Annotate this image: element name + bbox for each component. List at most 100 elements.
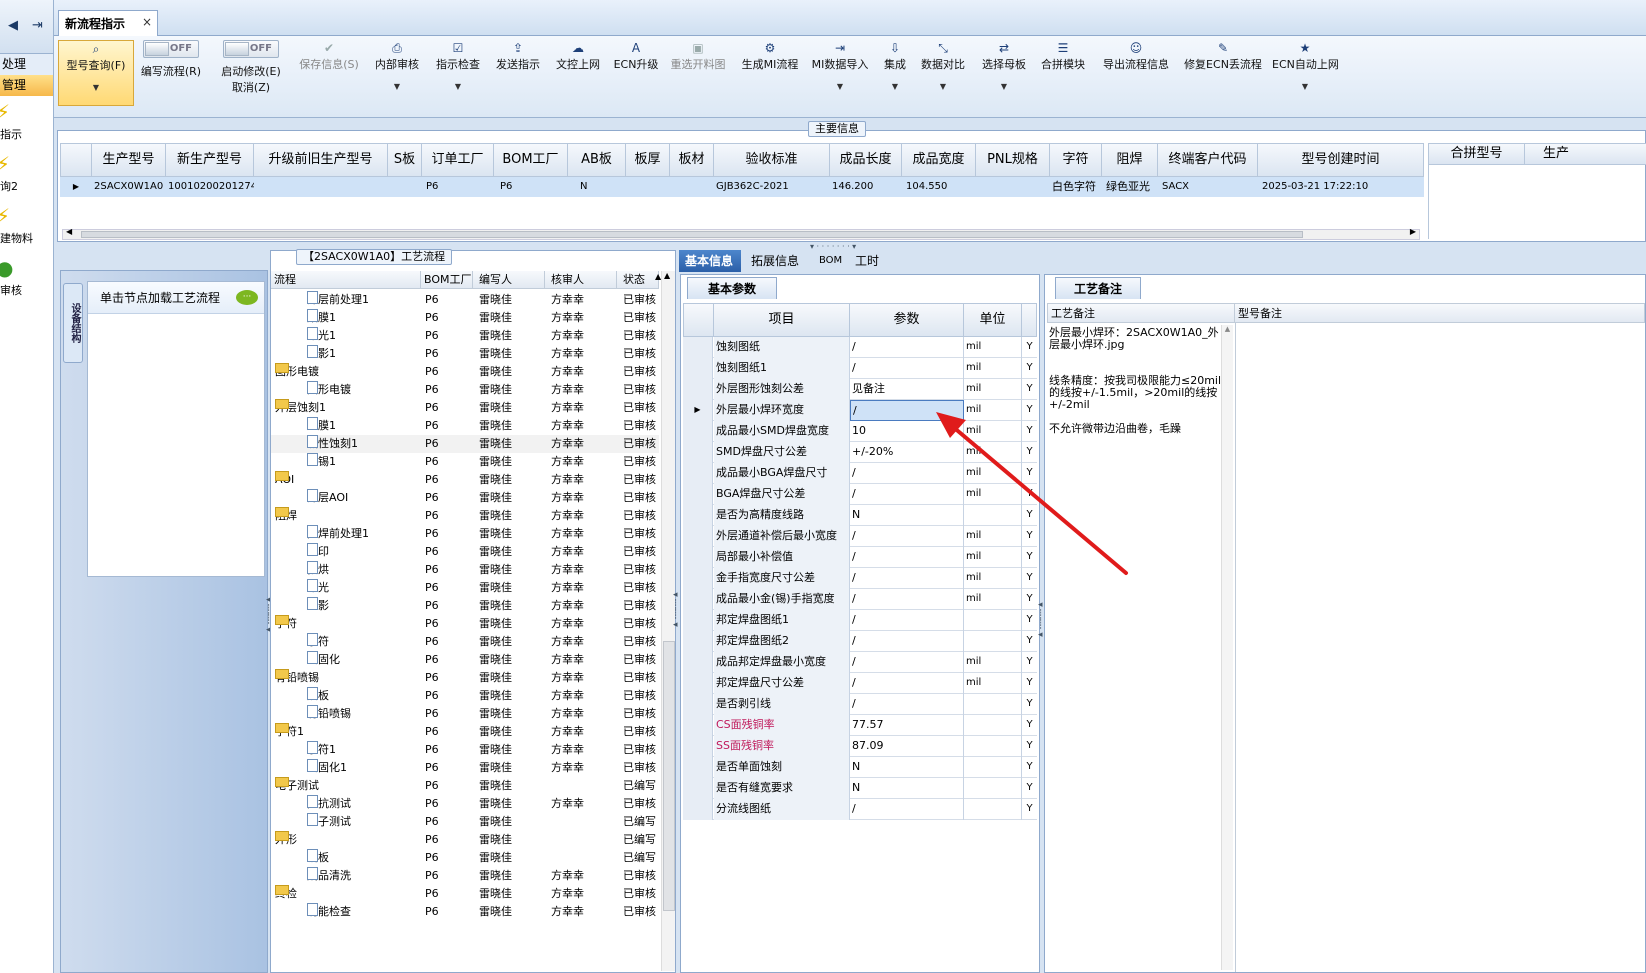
param-row[interactable]: 蚀刻图纸1/mil Y xyxy=(683,358,1037,379)
param-row[interactable]: 成品邦定焊盘最小宽度 / mil Y xyxy=(683,652,1037,673)
param-value[interactable]: 87.09 xyxy=(850,736,964,757)
param-value[interactable]: / xyxy=(850,631,964,652)
param-row[interactable]: 金手指宽度尺寸公差 / mil Y xyxy=(683,568,1037,589)
toggle-switch[interactable]: OFF xyxy=(143,40,199,58)
process-tree-row[interactable]: −图形电镀P6雷晓佳方幸幸已审核 xyxy=(271,363,659,381)
nav-item-manage[interactable]: 管理 xyxy=(0,75,53,96)
ecn-upgrade-button[interactable]: A ECN升级 xyxy=(612,40,660,72)
process-tree-row[interactable]: 功能检查 P6 雷晓佳 方幸幸 已审核 xyxy=(271,903,659,921)
process-tree-row[interactable]: −电子测试P6雷晓佳已编写 xyxy=(271,777,659,795)
column-header[interactable]: 订单工厂 xyxy=(422,143,494,177)
param-row[interactable]: 是否单面蚀刻 N Y xyxy=(683,757,1037,778)
column-header[interactable]: 型号创建时间 xyxy=(1258,143,1424,177)
scroll-up-icon[interactable]: ▲ xyxy=(664,271,670,280)
horizontal-scrollbar[interactable]: ◀ ▶ xyxy=(62,227,1420,240)
column-header[interactable]: AB板 xyxy=(568,143,626,177)
process-tree-row[interactable]: 电子测试 P6 雷晓佳 已编写 xyxy=(271,813,659,831)
param-row[interactable]: 外层通道补偿后最小宽度 / mil Y xyxy=(683,526,1037,547)
scrollbar-thumb[interactable] xyxy=(663,641,675,911)
process-tree-row[interactable]: −终检P6雷晓佳方幸幸已审核 xyxy=(271,885,659,903)
reselect-cutting-button[interactable]: ▣ 重选开料图 xyxy=(666,40,730,72)
param-value[interactable]: 10 xyxy=(850,421,964,442)
param-row[interactable]: 是否剥引线 / Y xyxy=(683,694,1037,715)
param-value[interactable]: / xyxy=(850,799,964,820)
chevron-down-icon[interactable]: ▼ xyxy=(1272,82,1338,91)
param-row[interactable]: CS面残铜率 77.57 Y xyxy=(683,715,1037,736)
process-tree-row[interactable]: 阻焊前处理1 P6 雷晓佳 方幸幸 已审核 xyxy=(271,525,659,543)
chevron-down-icon[interactable]: ▼ xyxy=(808,82,872,91)
param-value[interactable]: / xyxy=(850,568,964,589)
param-row[interactable]: 局部最小补偿值 / mil Y xyxy=(683,547,1037,568)
ecn-auto-online-button[interactable]: ★ ECN自动上网 ▼ xyxy=(1272,40,1339,91)
toggle-switch[interactable]: OFF xyxy=(223,40,279,58)
param-value[interactable]: / xyxy=(850,484,964,505)
param-value[interactable]: / xyxy=(850,337,964,358)
cell-thickness[interactable] xyxy=(628,177,668,197)
tab-basic-info[interactable]: 基本信息 xyxy=(679,250,741,272)
process-tree-row[interactable]: 退膜1 P6 雷晓佳 方幸幸 已审核 xyxy=(271,417,659,435)
param-value[interactable]: 77.57 xyxy=(850,715,964,736)
merge-module-button[interactable]: ☰ 合拼模块 xyxy=(1038,40,1088,72)
integrate-button[interactable]: ⇩ 集成 ▼ xyxy=(880,40,910,91)
column-header[interactable]: 状态 xyxy=(617,271,659,289)
cancel-label[interactable]: 取消(Z) xyxy=(232,81,270,94)
column-header[interactable]: S板 xyxy=(388,143,422,177)
scrollbar-thumb[interactable] xyxy=(81,231,1303,238)
process-tree-row[interactable]: 图形电镀 P6 雷晓佳 方幸幸 已审核 xyxy=(271,381,659,399)
chevron-down-icon[interactable]: ▼ xyxy=(880,82,910,91)
param-row[interactable]: 外层图形蚀刻公差 见备注 mil Y xyxy=(683,379,1037,400)
param-row[interactable]: 是否有缝宽要求 N Y xyxy=(683,778,1037,799)
param-value[interactable]: N xyxy=(850,757,964,778)
process-tree-row[interactable]: 曝光 P6 雷晓佳 方幸幸 已审核 xyxy=(271,579,659,597)
param-value[interactable]: / xyxy=(850,547,964,568)
column-header[interactable]: 参数 xyxy=(850,303,964,337)
column-header[interactable]: 升级前旧生产型号 xyxy=(254,143,388,177)
start-modify-toggle[interactable]: OFF 启动修改(E) 取消(Z) xyxy=(214,40,288,95)
param-value[interactable]: +/-20% xyxy=(850,442,964,463)
process-tree-row[interactable]: 退锡1 P6 雷晓佳 方幸幸 已审核 xyxy=(271,453,659,471)
cell-order-factory[interactable]: P6 xyxy=(426,177,492,197)
scroll-right-icon[interactable]: ▶ xyxy=(1410,227,1416,236)
process-tree-row[interactable]: 终固化1 P6 雷晓佳 方幸幸 已审核 xyxy=(271,759,659,777)
process-tree-row[interactable]: 终固化 P6 雷晓佳 方幸幸 已审核 xyxy=(271,651,659,669)
process-tree-row[interactable]: −有铅喷锡P6雷晓佳方幸幸已审核 xyxy=(271,669,659,687)
param-row[interactable]: 邦定焊盘图纸2/ Y xyxy=(683,631,1037,652)
tab-work-hours[interactable]: 工时 xyxy=(849,250,885,272)
close-icon[interactable]: × xyxy=(142,15,152,29)
column-header[interactable]: BOM工厂 xyxy=(494,143,568,177)
cell-acceptance-standard[interactable]: GJB362C-2021 xyxy=(716,177,828,197)
process-tree-row[interactable]: −字符P6雷晓佳方幸幸已审核 xyxy=(271,615,659,633)
param-value[interactable]: N xyxy=(850,778,964,799)
param-value[interactable]: 见备注 xyxy=(850,379,964,400)
param-row[interactable]: 成品最小金(锡)手指宽度 / mil Y xyxy=(683,589,1037,610)
column-header[interactable]: 板厚 xyxy=(626,143,670,177)
cell-material[interactable] xyxy=(672,177,712,197)
tab-bom[interactable]: BOM xyxy=(813,250,848,272)
tab-equipment-structure[interactable]: 设备结构 xyxy=(63,283,83,363)
column-header[interactable]: 阻焊 xyxy=(1102,143,1158,177)
generate-mi-process-button[interactable]: ⚙ 生成MI流程 xyxy=(738,40,802,72)
column-header[interactable]: 核审人 xyxy=(545,271,617,289)
param-row[interactable]: 成品最小SMD焊盘宽度 10 mil Y xyxy=(683,421,1037,442)
column-header[interactable]: 新生产型号 xyxy=(166,143,254,177)
process-tree-row[interactable]: 外层AOI P6 雷晓佳 方幸幸 已审核 xyxy=(271,489,659,507)
cell-production-model[interactable]: 2SACX0W1A0 xyxy=(94,177,166,197)
cell-create-time[interactable]: 2025-03-21 17:22:10 xyxy=(1262,177,1422,197)
nav-item-review[interactable]: ● 审核 xyxy=(0,252,53,304)
process-tree-row[interactable]: 铣板 P6 雷晓佳 已编写 xyxy=(271,849,659,867)
param-value[interactable]: / xyxy=(850,673,964,694)
process-tree-row[interactable]: 曝光1 P6 雷晓佳 方幸幸 已审核 xyxy=(271,327,659,345)
param-value[interactable]: / xyxy=(850,400,964,421)
process-tree-row[interactable]: 字符1 P6 雷晓佳 方幸幸 已审核 xyxy=(271,741,659,759)
model-remarks-area[interactable] xyxy=(1235,323,1645,972)
process-tree-row[interactable]: 贴膜1 P6 雷晓佳 方幸幸 已审核 xyxy=(271,309,659,327)
equipment-tree[interactable]: 单击节点加载工艺流程 ··· xyxy=(87,281,265,577)
cell-pnl-spec[interactable] xyxy=(978,177,1048,197)
process-tree-row[interactable]: 显影 P6 雷晓佳 方幸幸 已审核 xyxy=(271,597,659,615)
chevron-down-icon[interactable]: ▼ xyxy=(432,82,484,91)
scroll-left-icon[interactable]: ◀ xyxy=(66,227,72,236)
cell-new-model[interactable]: 10010200201274 xyxy=(168,177,254,197)
process-tree-row[interactable]: 碱性蚀刻1 P6 雷晓佳 方幸幸 已审核 xyxy=(271,435,659,453)
column-header[interactable]: 编写人 xyxy=(473,271,545,289)
data-compare-button[interactable]: ⤡ 数据对比 ▼ xyxy=(918,40,968,91)
